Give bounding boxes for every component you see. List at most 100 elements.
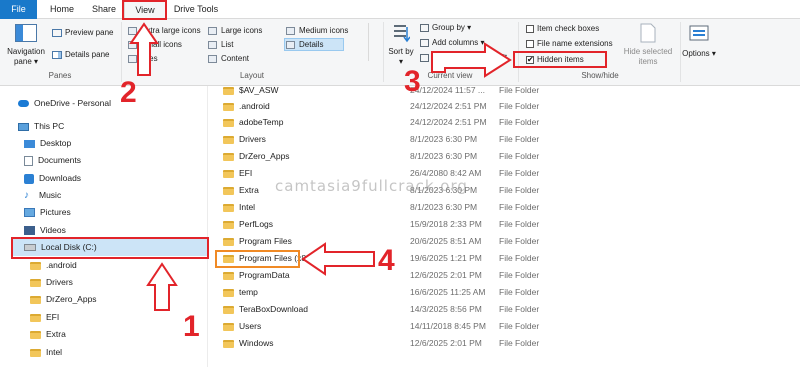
file-row[interactable]: ProgramData 12/6/2025 2:01 PM File Folder (223, 267, 603, 284)
nav-item-documents[interactable]: Documents (24, 152, 81, 169)
folder-icon (223, 220, 234, 229)
downloads-icon (24, 173, 34, 184)
file-row[interactable]: PerfLogs 15/9/2018 2:33 PM File Folder (223, 216, 603, 233)
tab-home[interactable]: Home (43, 0, 81, 19)
file-date: 15/9/2018 2:33 PM (410, 219, 482, 229)
group-divider (680, 22, 681, 82)
file-type: File Folder (499, 219, 540, 229)
folder-icon (30, 330, 41, 339)
file-date: 12/6/2025 2:01 PM (410, 338, 482, 348)
add-columns-button[interactable]: Add columns ▾ (420, 37, 484, 48)
nav-item-intel[interactable]: Intel (30, 344, 62, 361)
options-button[interactable]: Options ▾ (682, 22, 716, 68)
nav-item-onedrive[interactable]: OneDrive - Personal (18, 95, 111, 112)
details-pane-icon (52, 50, 62, 59)
preview-pane-button[interactable]: Preview pane (52, 27, 113, 38)
file-row[interactable]: temp 16/6/2025 11:25 AM File Folder (223, 284, 603, 301)
nav-item-label: This PC (34, 121, 65, 131)
layout-small-icons[interactable]: Small icons (128, 39, 182, 50)
file-type: File Folder (499, 134, 540, 144)
small-icons-icon (128, 40, 137, 49)
nav-item-downloads[interactable]: Downloads (24, 170, 81, 187)
file-row[interactable]: Users 14/11/2018 8:45 PM File Folder (223, 318, 603, 335)
file-row[interactable]: Windows 12/6/2025 2:01 PM File Folder (223, 335, 603, 352)
extra-large-icons-icon (128, 26, 137, 35)
nav-item-pictures[interactable]: Pictures (24, 204, 71, 221)
small-icons-label: Small icons (141, 40, 182, 49)
details-icon (286, 40, 295, 49)
nav-item-drzero-apps[interactable]: DrZero_Apps (30, 291, 97, 308)
layout-tiles[interactable]: Tiles (128, 53, 158, 64)
nav-item-label: Intel (46, 347, 63, 357)
nav-item-label: Pictures (40, 207, 71, 217)
file-name-extensions-checkbox[interactable] (526, 39, 534, 48)
file-name: .android (239, 101, 270, 111)
nav-item-label: .android (46, 260, 77, 270)
file-name: Users (239, 321, 262, 331)
file-name: adobeTemp (239, 117, 284, 127)
ribbon-tab-bar: File Home Share View Drive Tools (0, 0, 800, 20)
folder-icon (223, 339, 234, 348)
layout-medium-icons[interactable]: Medium icons (286, 25, 348, 36)
medium-icons-label: Medium icons (299, 26, 349, 35)
tab-share[interactable]: Share (85, 0, 123, 19)
layout-large-icons[interactable]: Large icons (208, 25, 262, 36)
nav-item-efi[interactable]: EFI (30, 309, 59, 326)
options-label: Options ▾ (682, 49, 716, 58)
nav-item-drivers[interactable]: Drivers (30, 274, 73, 291)
item-check-boxes-toggle[interactable]: Item check boxes (526, 23, 599, 34)
file-name: ProgramData (239, 270, 290, 280)
file-name-extensions-toggle[interactable]: File name extensions (526, 38, 613, 49)
file-name: TeraBoxDownload (239, 304, 308, 314)
watermark: camtasia9fullcrack.org (275, 177, 468, 195)
file-name: Program Files (239, 236, 292, 246)
tiles-label: Tiles (141, 54, 158, 63)
file-type: File Folder (499, 185, 540, 195)
file-row[interactable]: TeraBoxDownload 14/3/2025 8:56 PM File Fol… (223, 301, 603, 318)
group-by-button[interactable]: Group by ▾ (420, 22, 471, 33)
nav-item-extra[interactable]: Extra (30, 326, 66, 343)
navigation-pane-button[interactable]: Navigation pane ▾ (4, 22, 48, 68)
tab-file[interactable]: File (0, 0, 37, 19)
folder-icon (30, 261, 41, 270)
hide-selected-items-button[interactable]: Hide selected items (620, 22, 676, 68)
item-check-boxes-checkbox[interactable] (526, 24, 534, 33)
file-row[interactable]: Intel 8/1/2023 6:30 PM File Folder (223, 199, 603, 216)
file-row[interactable]: .android 24/12/2024 2:51 PM File Folder (223, 98, 603, 115)
file-row[interactable]: Program Files 20/6/2025 8:51 AM File Folde… (223, 233, 603, 250)
file-type: File Folder (499, 168, 540, 178)
highlight-hidden-items (513, 51, 607, 68)
group-by-icon (420, 23, 429, 32)
file-type: File Folder (499, 287, 540, 297)
folder-icon (223, 169, 234, 178)
size-all-columns-button[interactable]: Size all columns to fit (420, 52, 507, 63)
layout-details[interactable]: Details (284, 38, 345, 51)
nav-item-android[interactable]: .android (30, 257, 77, 274)
highlight-local-disk (11, 237, 209, 259)
tab-drive-tools[interactable]: Drive Tools (170, 0, 222, 19)
layout-gallery-scroll[interactable] (368, 23, 376, 61)
file-row[interactable]: DrZero_Apps 8/1/2023 6:30 PM File Folder (223, 148, 603, 165)
layout-content[interactable]: Content (208, 53, 249, 64)
add-columns-label: Add columns ▾ (432, 38, 485, 47)
highlight-view-tab (122, 0, 167, 20)
layout-gallery: Extra large icons Large icons Medium ico… (126, 23, 376, 64)
file-name: PerfLogs (239, 219, 274, 229)
details-pane-button[interactable]: Details pane (52, 49, 109, 60)
nav-item-music[interactable]: ♪ Music (24, 187, 61, 204)
tiles-icon (128, 54, 137, 63)
sort-by-button[interactable]: Sort by ▾ (388, 22, 414, 68)
sort-by-label: Sort by ▾ (388, 47, 414, 66)
group-divider (121, 22, 122, 82)
nav-item-desktop[interactable]: Desktop (24, 135, 71, 152)
layout-extra-large-icons[interactable]: Extra large icons (128, 25, 201, 36)
folder-icon (30, 348, 41, 357)
file-row[interactable]: adobeTemp 24/12/2024 2:51 PM File Folder (223, 114, 603, 131)
nav-item-this-pc[interactable]: This PC (18, 118, 64, 135)
options-icon (689, 25, 709, 41)
layout-group-label: Layout (239, 71, 265, 80)
layout-list[interactable]: List (208, 39, 233, 50)
folder-icon (223, 102, 234, 111)
folder-icon (30, 313, 41, 322)
file-row[interactable]: Drivers 8/1/2023 6:30 PM File Folder (223, 131, 603, 148)
